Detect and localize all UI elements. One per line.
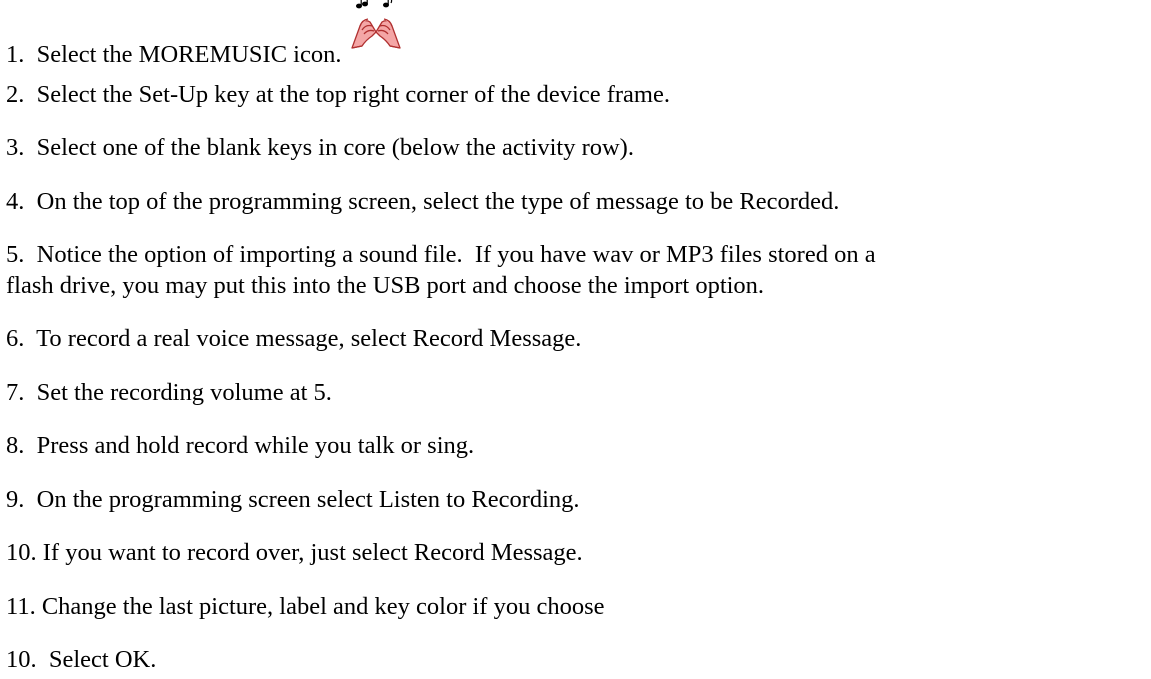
step-3: 3. Select one of the blank keys in core … — [6, 134, 634, 161]
moremusic-icon — [346, 0, 402, 70]
step-7: 7. Set the recording volume at 5. — [6, 379, 332, 406]
step-1-text: 1. Select the MOREMUSIC icon. — [6, 41, 342, 68]
step-8: 8. Press and hold record while you talk … — [6, 432, 475, 459]
step-5-line-1: 5. Notice the option of importing a soun… — [6, 241, 876, 268]
step-1: 1. Select the MOREMUSIC icon. — [6, 0, 402, 70]
step-6: 6. To record a real voice message, selec… — [6, 325, 582, 352]
step-4: 4. On the top of the programming screen,… — [6, 188, 840, 215]
step-10: 10. If you want to record over, just sel… — [6, 539, 583, 566]
clapping-hands-icon — [350, 18, 401, 49]
step-12: 10. Select OK. — [6, 646, 157, 673]
instruction-document: 1. Select the MOREMUSIC icon. 2. Select … — [0, 0, 1151, 679]
step-11: 11. Change the last picture, label and k… — [6, 593, 605, 620]
step-2: 2. Select the Set-Up key at the top righ… — [6, 81, 670, 108]
music-note-icon — [355, 0, 392, 9]
step-5-line-2: flash drive, you may put this into the U… — [6, 272, 765, 299]
step-9: 9. On the programming screen select List… — [6, 486, 580, 513]
